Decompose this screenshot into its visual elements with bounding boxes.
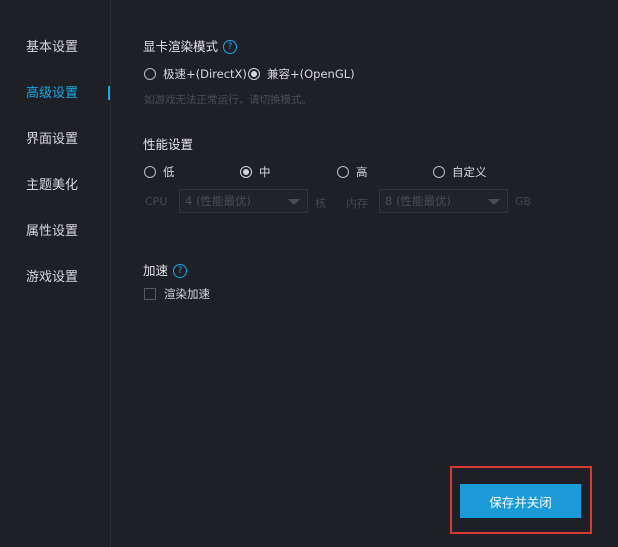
sidebar-item-game[interactable]: 游戏设置 xyxy=(26,268,78,288)
render-mode-label: 显卡渲染模式 xyxy=(143,39,219,54)
sidebar-item-theme[interactable]: 主题美化 xyxy=(26,176,78,196)
radio-low[interactable]: 低 xyxy=(144,164,175,180)
sidebar-item-properties[interactable]: 属性设置 xyxy=(26,222,78,242)
render-accel-label: 渲染加速 xyxy=(164,287,210,301)
radio-icon[interactable] xyxy=(144,166,156,178)
memory-unit: GB xyxy=(515,195,532,208)
memory-select: 8 (性能最优) xyxy=(379,189,508,213)
chevron-down-icon xyxy=(288,199,300,205)
radio-high-label: 高 xyxy=(356,165,368,179)
radio-medium-label: 中 xyxy=(259,165,271,179)
sidebar-item-advanced[interactable]: 高级设置 xyxy=(26,84,78,104)
active-indicator xyxy=(108,86,110,100)
accel-title: 加速 ? xyxy=(143,262,188,280)
render-accel-checkbox-row[interactable]: 渲染加速 xyxy=(144,286,210,302)
render-mode-title: 显卡渲染模式 ? xyxy=(143,38,238,56)
memory-select-value: 8 (性能最优) xyxy=(385,194,451,208)
radio-opengl[interactable]: 兼容+(OpenGL) xyxy=(248,66,355,82)
chevron-down-icon xyxy=(488,199,500,205)
radio-medium[interactable]: 中 xyxy=(240,164,271,180)
help-icon[interactable]: ? xyxy=(223,40,238,54)
checkbox[interactable] xyxy=(144,288,156,300)
radio-icon[interactable] xyxy=(433,166,445,178)
settings-panel: 显卡渲染模式 ? 极速+(DirectX) 兼容+(OpenGL) 如游戏无法正… xyxy=(111,0,618,547)
radio-custom-label: 自定义 xyxy=(452,165,487,179)
memory-label: 内存 xyxy=(346,197,368,210)
render-hint: 如游戏无法正常运行，请切换模式。 xyxy=(144,94,312,106)
sidebar-item-interface[interactable]: 界面设置 xyxy=(26,130,78,150)
radio-directx-label: 极速+(DirectX) xyxy=(163,67,247,81)
radio-icon[interactable] xyxy=(144,68,156,80)
radio-low-label: 低 xyxy=(163,165,175,179)
save-and-close-button[interactable]: 保存并关闭 xyxy=(460,484,581,518)
radio-checked-icon[interactable] xyxy=(248,68,260,80)
accel-label: 加速 xyxy=(143,263,169,278)
sidebar: 基本设置 高级设置 界面设置 主题美化 属性设置 游戏设置 xyxy=(0,0,111,547)
sidebar-item-basic[interactable]: 基本设置 xyxy=(26,38,78,58)
cpu-label: CPU xyxy=(145,195,168,208)
help-icon[interactable]: ? xyxy=(173,264,188,278)
radio-high[interactable]: 高 xyxy=(337,164,368,180)
cpu-select-value: 4 (性能最优) xyxy=(185,194,251,208)
cpu-unit: 核 xyxy=(315,197,326,210)
cpu-select: 4 (性能最优) xyxy=(179,189,308,213)
radio-opengl-label: 兼容+(OpenGL) xyxy=(267,67,355,81)
radio-directx[interactable]: 极速+(DirectX) xyxy=(144,66,247,82)
radio-icon[interactable] xyxy=(337,166,349,178)
performance-title: 性能设置 xyxy=(143,137,194,152)
radio-checked-icon[interactable] xyxy=(240,166,252,178)
radio-custom[interactable]: 自定义 xyxy=(433,164,487,180)
